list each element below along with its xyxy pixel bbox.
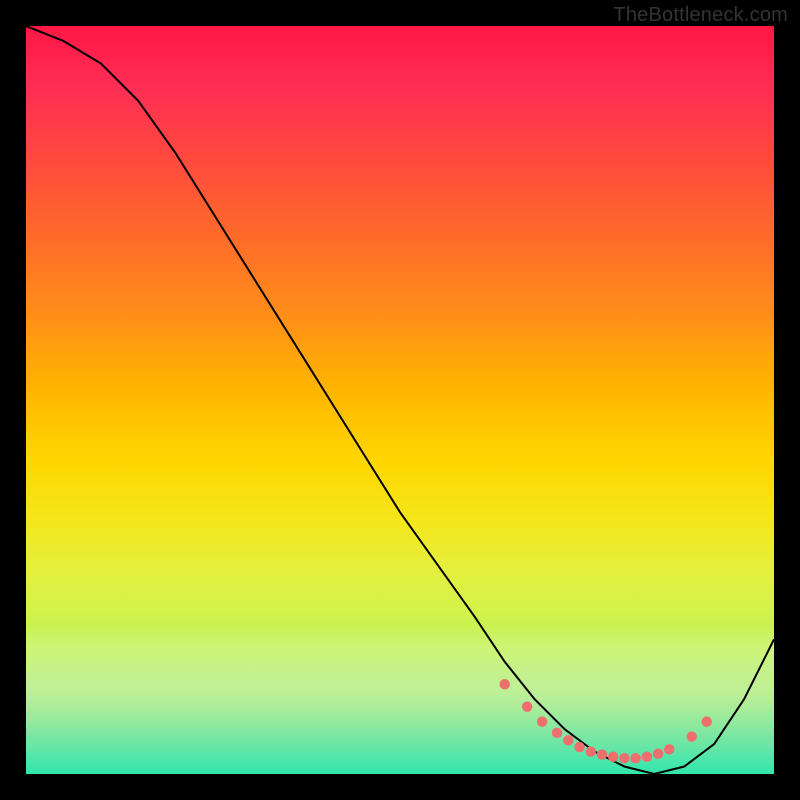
highlight-dot (597, 749, 607, 759)
highlight-dot (619, 753, 629, 763)
highlight-dot (653, 749, 663, 759)
highlight-dot (630, 753, 640, 763)
curve-layer (26, 26, 774, 774)
highlight-dot (574, 742, 584, 752)
highlight-dot (552, 728, 562, 738)
highlight-dot (522, 701, 532, 711)
chart-frame: TheBottleneck.com (0, 0, 800, 800)
highlight-dot (563, 735, 573, 745)
watermark-label: TheBottleneck.com (613, 4, 788, 27)
highlight-dot (586, 746, 596, 756)
highlight-dot (701, 716, 711, 726)
highlight-dot (608, 752, 618, 762)
highlight-dot (499, 679, 509, 689)
highlight-dot (664, 744, 674, 754)
highlight-dot (642, 752, 652, 762)
highlight-dot (686, 731, 696, 741)
highlight-dot (537, 716, 547, 726)
highlight-dots (499, 679, 711, 764)
plot-area (26, 26, 774, 774)
bottleneck-curve (26, 26, 774, 774)
